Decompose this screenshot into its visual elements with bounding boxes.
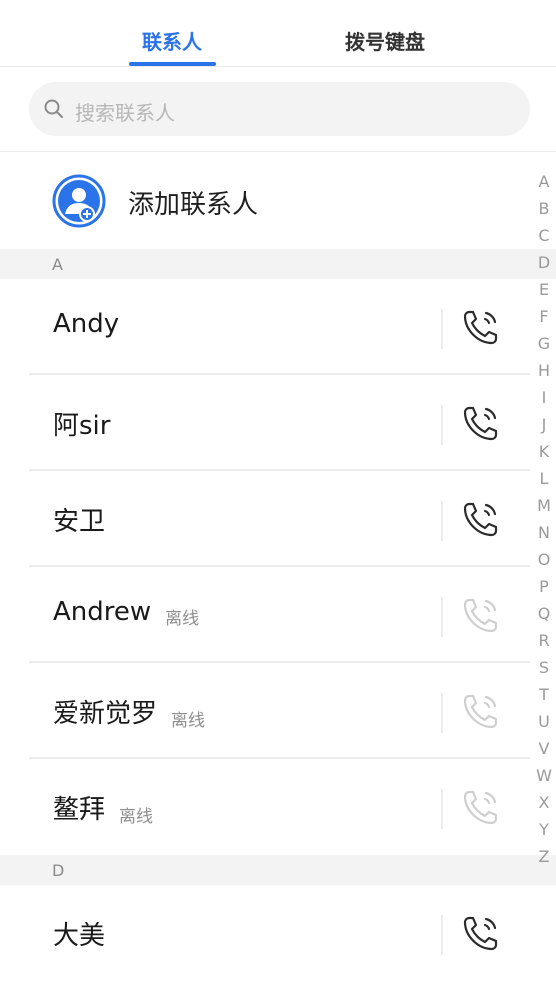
contact-row[interactable]: 安卫 [29,471,530,567]
offline-status: 离线 [171,711,206,731]
contact-row[interactable]: 鳌拜 离线 [29,759,530,855]
section-header-a: A [0,249,556,279]
alphabet-index-letter[interactable]: E [532,276,556,303]
add-contact-icon [52,174,106,228]
alphabet-index-letter[interactable]: R [532,627,556,654]
alphabet-index-letter[interactable]: V [532,735,556,762]
alphabet-index-letter[interactable]: K [532,438,556,465]
alphabet-index-letter[interactable]: Q [532,600,556,627]
separator [441,501,443,541]
call-icon[interactable] [459,911,503,955]
alphabet-index-letter[interactable]: I [532,384,556,411]
section-letter: A [52,255,63,274]
contact-row[interactable]: 爱新觉罗 离线 [29,663,530,759]
call-icon-disabled [459,689,503,733]
separator [441,789,443,829]
alphabet-index-letter[interactable]: Y [532,816,556,843]
alphabet-index-letter[interactable]: M [532,492,556,519]
contact-name: Andy [53,309,120,339]
alphabet-index-letter[interactable]: L [532,465,556,492]
alphabet-index[interactable]: ABCDEFGHIJKLMNOPQRSTUVWXYZ [532,168,556,870]
contact-name: 阿sir [53,411,111,441]
search-icon [43,98,65,120]
tab-dialpad[interactable]: 拨号键盘 [345,26,425,55]
contact-name: 大美 [53,921,106,951]
contact-row[interactable]: Andrew 离线 [29,567,530,663]
search-placeholder: 搜索联系人 [75,101,175,125]
alphabet-index-letter[interactable]: H [532,357,556,384]
tab-bar: 联系人 拨号键盘 [0,0,556,67]
tab-contacts[interactable]: 联系人 [142,26,202,55]
contact-name: 爱新觉罗 离线 [53,699,206,731]
active-tab-indicator [129,62,216,66]
contact-name: Andrew 离线 [53,597,200,629]
alphabet-index-letter[interactable]: S [532,654,556,681]
offline-status: 离线 [165,609,200,629]
separator [441,597,443,637]
call-icon[interactable] [459,305,503,349]
alphabet-index-letter[interactable]: Z [532,843,556,870]
alphabet-index-letter[interactable]: W [532,762,556,789]
alphabet-index-letter[interactable]: C [532,222,556,249]
section-letter: D [52,861,65,880]
alphabet-index-letter[interactable]: J [532,411,556,438]
contact-row[interactable]: 阿sir [29,375,530,471]
call-icon-disabled [459,593,503,637]
offline-status: 离线 [119,807,154,827]
search-input[interactable]: 搜索联系人 [29,82,530,136]
alphabet-index-letter[interactable]: O [532,546,556,573]
alphabet-index-letter[interactable]: B [532,195,556,222]
alphabet-index-letter[interactable]: A [532,168,556,195]
separator [441,915,443,955]
alphabet-index-letter[interactable]: F [532,303,556,330]
alphabet-index-letter[interactable]: G [532,330,556,357]
call-icon[interactable] [459,401,503,445]
contact-row[interactable]: Andy [29,279,530,375]
contact-name: 安卫 [53,507,106,537]
alphabet-index-letter[interactable]: P [532,573,556,600]
separator [441,693,443,733]
separator [441,405,443,445]
alphabet-index-letter[interactable]: U [532,708,556,735]
alphabet-index-letter[interactable]: D [532,249,556,276]
call-icon[interactable] [459,497,503,541]
alphabet-index-letter[interactable]: X [532,789,556,816]
separator [441,309,443,349]
add-contact-button[interactable]: 添加联系人 [0,152,530,248]
contact-row[interactable]: 大美 [29,885,530,981]
add-contact-label: 添加联系人 [128,190,259,220]
contact-name: 鳌拜 离线 [53,795,154,827]
alphabet-index-letter[interactable]: N [532,519,556,546]
alphabet-index-letter[interactable]: T [532,681,556,708]
section-header-d: D [0,855,556,885]
call-icon-disabled [459,785,503,829]
